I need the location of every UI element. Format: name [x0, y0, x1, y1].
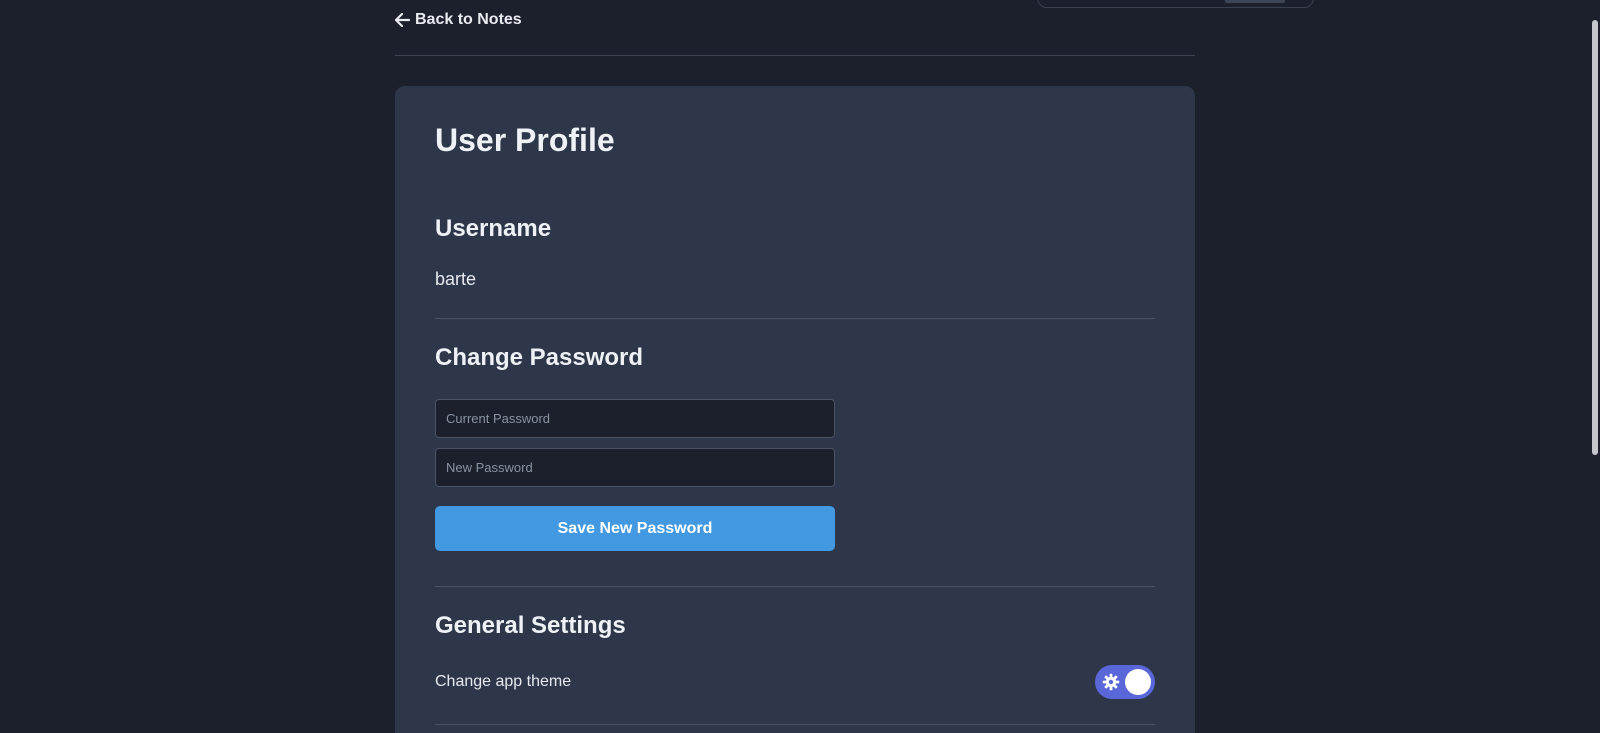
- change-password-heading: Change Password: [435, 344, 644, 371]
- new-password-input[interactable]: [435, 448, 835, 487]
- back-to-notes-link[interactable]: Back to Notes: [395, 11, 522, 29]
- section-divider: [435, 586, 1155, 587]
- top-popover: [1037, 0, 1314, 8]
- username-value: barte: [435, 269, 477, 289]
- back-link-label: Back to Notes: [415, 11, 522, 28]
- username-heading: Username: [435, 215, 552, 242]
- popover-pill: [1225, 0, 1285, 3]
- section-divider: [435, 724, 1155, 725]
- gear-icon: [1102, 673, 1120, 691]
- general-settings-heading: General Settings: [435, 612, 626, 639]
- profile-card: User Profile Username barte Change Passw…: [395, 86, 1195, 733]
- header-divider: [395, 55, 1195, 56]
- save-new-password-button[interactable]: Save New Password: [435, 506, 835, 551]
- theme-toggle[interactable]: [1095, 665, 1155, 699]
- arrow-left-icon: [395, 13, 410, 27]
- scrollbar-thumb[interactable]: [1592, 20, 1598, 455]
- page-scrollbar[interactable]: [1590, 0, 1600, 733]
- theme-setting-label: Change app theme: [435, 673, 572, 690]
- toggle-knob: [1125, 669, 1151, 695]
- page: Back to Notes User Profile Username bart…: [0, 0, 1600, 733]
- current-password-input[interactable]: [435, 399, 835, 438]
- page-title: User Profile: [435, 122, 615, 158]
- section-divider: [435, 318, 1155, 319]
